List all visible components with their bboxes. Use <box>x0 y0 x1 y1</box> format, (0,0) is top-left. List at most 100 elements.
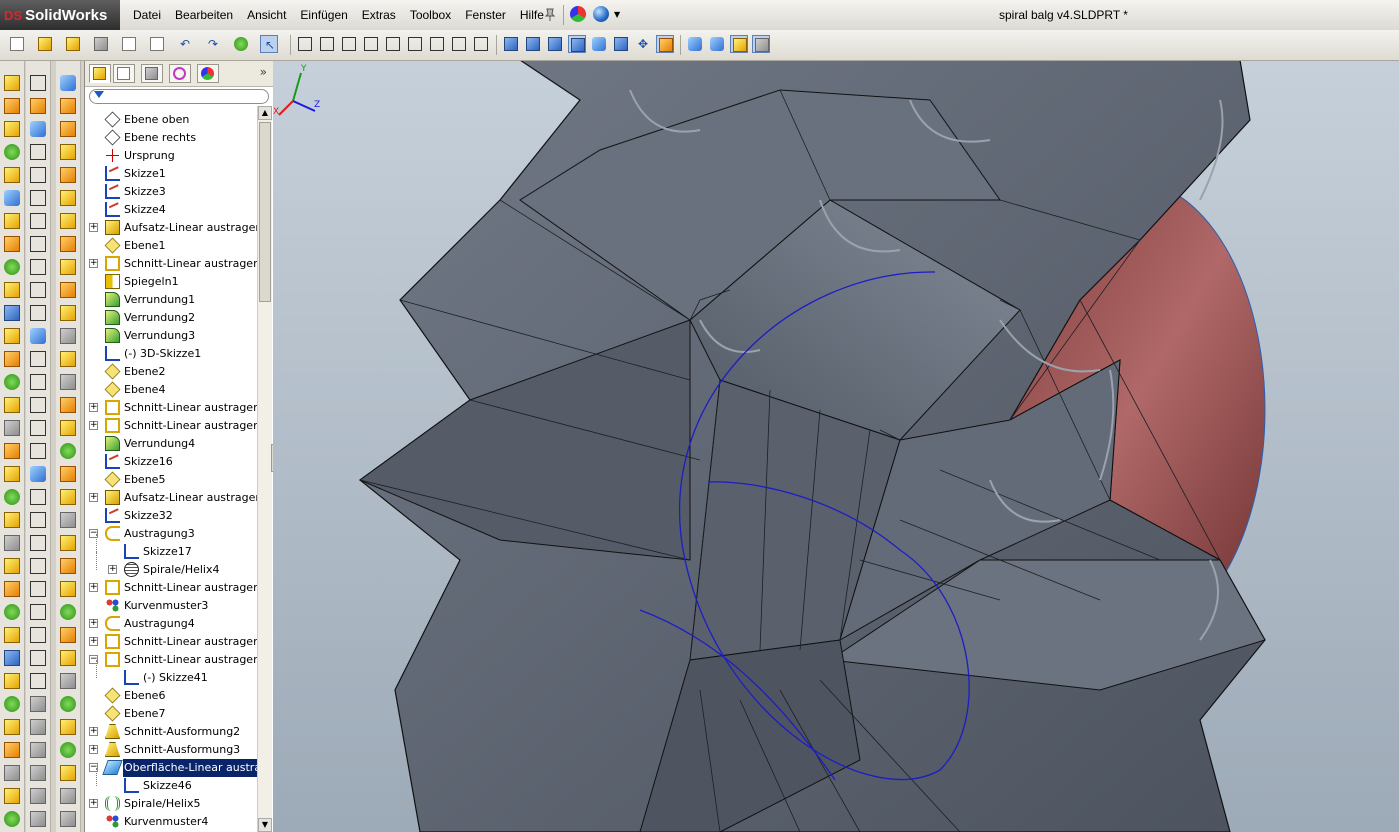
tree-node[interactable]: + Schnitt-Linear austragen1 <box>85 255 257 273</box>
scroll-down-icon[interactable]: ▼ <box>258 818 272 832</box>
configuration-tab[interactable] <box>141 64 163 83</box>
utility-tool-icon[interactable] <box>60 742 76 758</box>
sketch-tool-icon[interactable] <box>30 98 46 114</box>
feature-tool-icon[interactable] <box>4 351 20 367</box>
view-trimetric-button[interactable] <box>450 35 468 53</box>
expand-icon[interactable]: + <box>89 493 98 502</box>
utility-tool-icon[interactable] <box>60 282 76 298</box>
feature-tool-icon[interactable] <box>4 535 20 551</box>
sketch-tool-icon[interactable] <box>30 213 46 229</box>
sketch-tool-icon[interactable] <box>30 236 46 252</box>
utility-tool-icon[interactable] <box>60 121 76 137</box>
sketch-tool-icon[interactable] <box>30 673 46 689</box>
feature-tree-tab[interactable] <box>89 64 111 83</box>
utility-tool-icon[interactable] <box>60 443 76 459</box>
rebuild-button[interactable] <box>64 35 82 53</box>
utility-tool-icon[interactable] <box>60 627 76 643</box>
view-top-button[interactable] <box>384 35 402 53</box>
utility-tool-icon[interactable] <box>60 236 76 252</box>
tree-node[interactable]: Ebene rechts <box>85 129 257 147</box>
expand-icon[interactable]: + <box>89 583 98 592</box>
zoom-fit-button[interactable] <box>612 35 630 53</box>
utility-tool-icon[interactable] <box>60 696 76 712</box>
menu-extras[interactable]: Extras <box>355 0 403 30</box>
expand-icon[interactable]: + <box>108 565 117 574</box>
sketch-tool-icon[interactable] <box>30 604 46 620</box>
scene-icon[interactable] <box>593 6 609 22</box>
tree-node[interactable]: −Oberfläche-Linear austrage <box>85 758 257 778</box>
feature-tool-icon[interactable] <box>4 236 20 252</box>
view-back-button[interactable] <box>318 35 336 53</box>
dimxpert-tab[interactable] <box>169 64 191 83</box>
display-tab[interactable] <box>197 64 219 83</box>
scroll-thumb[interactable] <box>259 122 271 302</box>
redo-button[interactable]: ↷ <box>204 35 222 53</box>
feature-tool-icon[interactable] <box>4 696 20 712</box>
rotate-button[interactable] <box>656 35 674 53</box>
feature-tree-scrollbar[interactable]: ▲ ▼ <box>257 106 272 832</box>
view-iso-button[interactable] <box>428 35 446 53</box>
utility-tool-icon[interactable] <box>60 719 76 735</box>
sketch-tool-icon[interactable] <box>30 351 46 367</box>
expand-icon[interactable]: + <box>89 619 98 628</box>
tree-node[interactable]: Verrundung2 <box>85 309 257 327</box>
tree-node[interactable]: Skizze4 <box>85 201 257 219</box>
tree-node[interactable]: + Austragung4 <box>85 615 257 633</box>
feature-tool-icon[interactable] <box>4 259 20 275</box>
hidden-lines-button[interactable] <box>524 35 542 53</box>
feature-tool-icon[interactable] <box>4 374 20 390</box>
sketch-tool-icon[interactable] <box>30 121 46 137</box>
feature-tool-icon[interactable] <box>4 811 20 827</box>
sketch-tool-icon[interactable] <box>30 397 46 413</box>
utility-tool-icon[interactable] <box>60 190 76 206</box>
sketch-tool-icon[interactable] <box>30 144 46 160</box>
utility-tool-icon[interactable] <box>60 167 76 183</box>
utility-tool-icon[interactable] <box>60 535 76 551</box>
feature-tool-icon[interactable] <box>4 558 20 574</box>
print-button[interactable] <box>92 35 110 53</box>
utility-tool-icon[interactable] <box>60 765 76 781</box>
shaded-edges-button[interactable] <box>546 35 564 53</box>
pin-icon[interactable] <box>544 8 556 21</box>
expand-icon[interactable]: + <box>89 637 98 646</box>
utility-tool-icon[interactable] <box>60 604 76 620</box>
utility-tool-icon[interactable] <box>60 75 76 91</box>
sketch-tool-icon[interactable] <box>30 696 46 712</box>
feature-tool-icon[interactable] <box>4 581 20 597</box>
utility-tool-icon[interactable] <box>60 420 76 436</box>
feature-tool-icon[interactable] <box>4 167 20 183</box>
tree-node[interactable]: Kurvenmuster3 <box>85 597 257 615</box>
options-button[interactable] <box>148 35 166 53</box>
scroll-up-icon[interactable]: ▲ <box>258 106 272 120</box>
sketch-tool-icon[interactable] <box>30 259 46 275</box>
sketch-tool-icon[interactable] <box>30 420 46 436</box>
feature-tool-icon[interactable] <box>4 719 20 735</box>
wireframe-button[interactable] <box>502 35 520 53</box>
feature-tool-icon[interactable] <box>4 627 20 643</box>
shaded-button[interactable] <box>568 35 586 53</box>
expand-icon[interactable]: + <box>89 727 98 736</box>
sketch-tool-icon[interactable] <box>30 742 46 758</box>
utility-tool-icon[interactable] <box>60 788 76 804</box>
utility-tool-icon[interactable] <box>60 328 76 344</box>
appearance-icon[interactable] <box>570 6 586 22</box>
sketch-tool-icon[interactable] <box>30 788 46 804</box>
view-bottom-button[interactable] <box>406 35 424 53</box>
tree-node[interactable]: Kurvenmuster4 <box>85 813 257 831</box>
sketch-tool-icon[interactable] <box>30 167 46 183</box>
sketch-tool-icon[interactable] <box>30 650 46 666</box>
sketch-tool-icon[interactable] <box>30 374 46 390</box>
tree-node[interactable]: Spiegeln1 <box>85 273 257 291</box>
tree-filter-input[interactable] <box>89 89 269 104</box>
utility-tool-icon[interactable] <box>60 351 76 367</box>
tree-node[interactable]: + Aufsatz-Linear austragen1 <box>85 219 257 237</box>
utility-tool-icon[interactable] <box>60 98 76 114</box>
tree-node[interactable]: + Schnitt-Linear austragen2 <box>85 399 257 417</box>
feature-tool-icon[interactable] <box>4 282 20 298</box>
measure-button[interactable] <box>752 35 770 53</box>
feature-tool-icon[interactable] <box>4 328 20 344</box>
utility-tool-icon[interactable] <box>60 259 76 275</box>
sketch-tool-icon[interactable] <box>30 558 46 574</box>
feature-tool-icon[interactable] <box>4 742 20 758</box>
feature-tool-icon[interactable] <box>4 489 20 505</box>
